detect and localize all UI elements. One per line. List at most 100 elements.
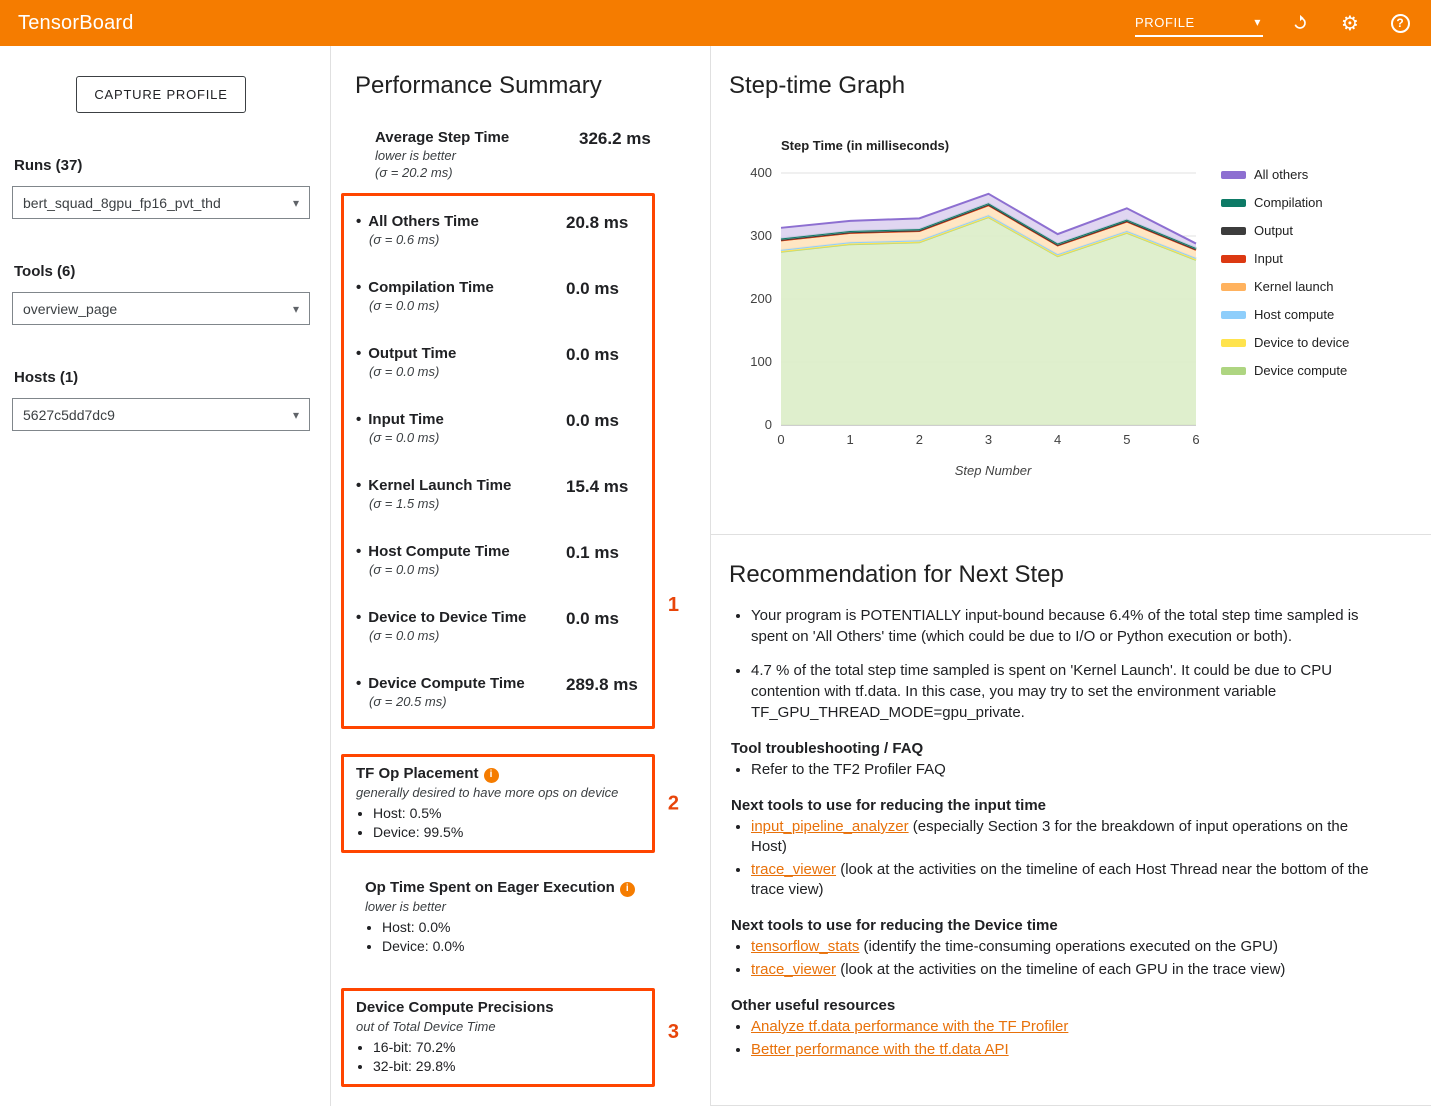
hosts-select-value: 5627c5dd7dc9 bbox=[23, 407, 115, 423]
hosts-select[interactable]: 5627c5dd7dc9 ▾ bbox=[12, 398, 310, 431]
metric-info: Average Step Time lower is better (σ = 2… bbox=[375, 128, 579, 181]
legend-item: Input bbox=[1221, 251, 1349, 266]
performance-summary-panel: Performance Summary Average Step Time lo… bbox=[330, 46, 710, 1106]
device-compute-precisions-title: Device Compute Precisions bbox=[356, 999, 642, 1017]
metric-value: 326.2 ms bbox=[579, 128, 651, 181]
metric-name: •Host Compute Time bbox=[356, 542, 566, 561]
chart-title: Step Time (in milliseconds) bbox=[781, 138, 1431, 153]
metric-name: •Device Compute Time bbox=[356, 674, 566, 693]
legend-label: Device to device bbox=[1254, 335, 1349, 350]
metric-name: •Compilation Time bbox=[356, 278, 566, 297]
svg-text:0: 0 bbox=[777, 432, 784, 447]
section-item: trace_viewer (look at the activities on … bbox=[751, 860, 1383, 900]
metric-sigma: (σ = 0.6 ms) bbox=[369, 231, 566, 248]
legend-swatch bbox=[1221, 171, 1246, 179]
metric-row: •Device Compute Time(σ = 20.5 ms)289.8 m… bbox=[356, 674, 644, 710]
chevron-down-icon: ▾ bbox=[293, 196, 299, 210]
metric-name: •Kernel Launch Time bbox=[356, 476, 566, 495]
bullet-icon: • bbox=[356, 213, 361, 230]
metric-info: •Device Compute Time(σ = 20.5 ms) bbox=[356, 674, 566, 710]
hosts-label: Hosts (1) bbox=[14, 369, 310, 386]
info-icon[interactable]: i bbox=[484, 768, 499, 783]
resource-link[interactable]: Better performance with the tf.data API bbox=[751, 1041, 1009, 1058]
legend-swatch bbox=[1221, 255, 1246, 263]
list-item: 16-bit: 70.2% bbox=[373, 1038, 642, 1057]
metric-row: •Device to Device Time(σ = 0.0 ms)0.0 ms bbox=[356, 608, 644, 644]
metric-row: •Compilation Time(σ = 0.0 ms)0.0 ms bbox=[356, 278, 644, 314]
metric-name: •Output Time bbox=[356, 344, 566, 363]
tf-op-placement-note: generally desired to have more ops on de… bbox=[356, 784, 642, 801]
device-compute-precisions-list: 16-bit: 70.2% 32-bit: 29.8% bbox=[356, 1038, 642, 1076]
device-compute-precisions-note: out of Total Device Time bbox=[356, 1018, 642, 1035]
resource-link[interactable]: trace_viewer bbox=[751, 961, 836, 978]
list-item: Device: 99.5% bbox=[373, 823, 642, 842]
help-icon[interactable]: ? bbox=[1387, 10, 1413, 36]
section-list: input_pipeline_analyzer (especially Sect… bbox=[729, 817, 1383, 900]
metric-sigma: (σ = 20.2 ms) bbox=[375, 164, 579, 181]
tf-op-placement-list: Host: 0.5% Device: 99.5% bbox=[356, 804, 642, 842]
step-time-graph-title: Step-time Graph bbox=[729, 72, 1431, 100]
app-title: TensorBoard bbox=[18, 12, 134, 35]
recommendation-bullet: 4.7 % of the total step time sampled is … bbox=[751, 660, 1383, 723]
main-content: CAPTURE PROFILE Runs (37) bert_squad_8gp… bbox=[0, 46, 1431, 1106]
metric-name: •Device to Device Time bbox=[356, 608, 566, 627]
reload-icon[interactable] bbox=[1287, 10, 1313, 36]
annotation-number-1: 1 bbox=[668, 594, 679, 617]
performance-summary-title: Performance Summary bbox=[355, 72, 664, 100]
metric-sigma: (σ = 0.0 ms) bbox=[369, 429, 566, 446]
bullet-icon: • bbox=[356, 477, 361, 494]
section-item: Better performance with the tf.data API bbox=[751, 1040, 1383, 1060]
capture-profile-button[interactable]: CAPTURE PROFILE bbox=[76, 76, 245, 113]
section-heading: Tool troubleshooting / FAQ bbox=[731, 740, 1383, 757]
svg-text:300: 300 bbox=[750, 228, 772, 243]
metric-sigma: (σ = 0.0 ms) bbox=[369, 561, 566, 578]
eager-execution-note: lower is better bbox=[365, 898, 664, 915]
legend-swatch bbox=[1221, 367, 1246, 375]
tf-op-placement-box: TF Op Placementi generally desired to ha… bbox=[341, 754, 655, 853]
metrics-annotation-box: 1 •All Others Time(σ = 0.6 ms)20.8 ms•Co… bbox=[341, 193, 655, 729]
gear-icon[interactable]: ⚙ bbox=[1337, 10, 1363, 36]
legend-item: Kernel launch bbox=[1221, 279, 1349, 294]
bullet-icon: • bbox=[356, 411, 361, 428]
metric-value: 0.0 ms bbox=[566, 608, 619, 644]
info-icon[interactable]: i bbox=[620, 882, 635, 897]
metric-name: Average Step Time bbox=[375, 128, 579, 147]
chart-legend: All othersCompilationOutputInputKernel l… bbox=[1221, 167, 1349, 451]
dashboard-select[interactable]: PROFILE ▾ bbox=[1135, 10, 1263, 37]
section-list: tensorflow_stats (identify the time-cons… bbox=[729, 937, 1383, 980]
legend-item: All others bbox=[1221, 167, 1349, 182]
legend-swatch bbox=[1221, 199, 1246, 207]
svg-text:3: 3 bbox=[985, 432, 992, 447]
section-list: Refer to the TF2 Profiler FAQ bbox=[729, 760, 1383, 780]
metric-info: •Input Time(σ = 0.0 ms) bbox=[356, 410, 566, 446]
tools-label: Tools (6) bbox=[14, 263, 310, 280]
runs-select-value: bert_squad_8gpu_fp16_pvt_thd bbox=[23, 195, 221, 211]
list-item: Host: 0.0% bbox=[382, 918, 664, 937]
section-heading: Next tools to use for reducing the Devic… bbox=[731, 917, 1383, 934]
section-list: Analyze tf.data performance with the TF … bbox=[729, 1017, 1383, 1060]
svg-text:5: 5 bbox=[1123, 432, 1130, 447]
resource-link[interactable]: tensorflow_stats bbox=[751, 938, 859, 955]
svg-text:6: 6 bbox=[1192, 432, 1199, 447]
section-item: Refer to the TF2 Profiler FAQ bbox=[751, 760, 1383, 780]
x-axis-label: Step Number bbox=[735, 463, 1205, 478]
legend-label: Kernel launch bbox=[1254, 279, 1334, 294]
eager-execution-list: Host: 0.0% Device: 0.0% bbox=[365, 918, 664, 956]
legend-swatch bbox=[1221, 339, 1246, 347]
legend-label: All others bbox=[1254, 167, 1308, 182]
svg-text:200: 200 bbox=[750, 291, 772, 306]
runs-select[interactable]: bert_squad_8gpu_fp16_pvt_thd ▾ bbox=[12, 186, 310, 219]
resource-link[interactable]: Analyze tf.data performance with the TF … bbox=[751, 1018, 1068, 1035]
app-header: TensorBoard PROFILE ▾ ⚙ ? bbox=[0, 0, 1431, 46]
resource-link[interactable]: input_pipeline_analyzer bbox=[751, 818, 909, 835]
tools-select[interactable]: overview_page ▾ bbox=[12, 292, 310, 325]
bullet-icon: • bbox=[356, 279, 361, 296]
section-item: Analyze tf.data performance with the TF … bbox=[751, 1017, 1383, 1037]
legend-item: Device compute bbox=[1221, 363, 1349, 378]
metric-row: •Output Time(σ = 0.0 ms)0.0 ms bbox=[356, 344, 644, 380]
metric-value: 0.0 ms bbox=[566, 344, 619, 380]
resource-link[interactable]: trace_viewer bbox=[751, 861, 836, 878]
metric-info: •Output Time(σ = 0.0 ms) bbox=[356, 344, 566, 380]
legend-item: Host compute bbox=[1221, 307, 1349, 322]
metric-note: lower is better bbox=[375, 147, 579, 164]
